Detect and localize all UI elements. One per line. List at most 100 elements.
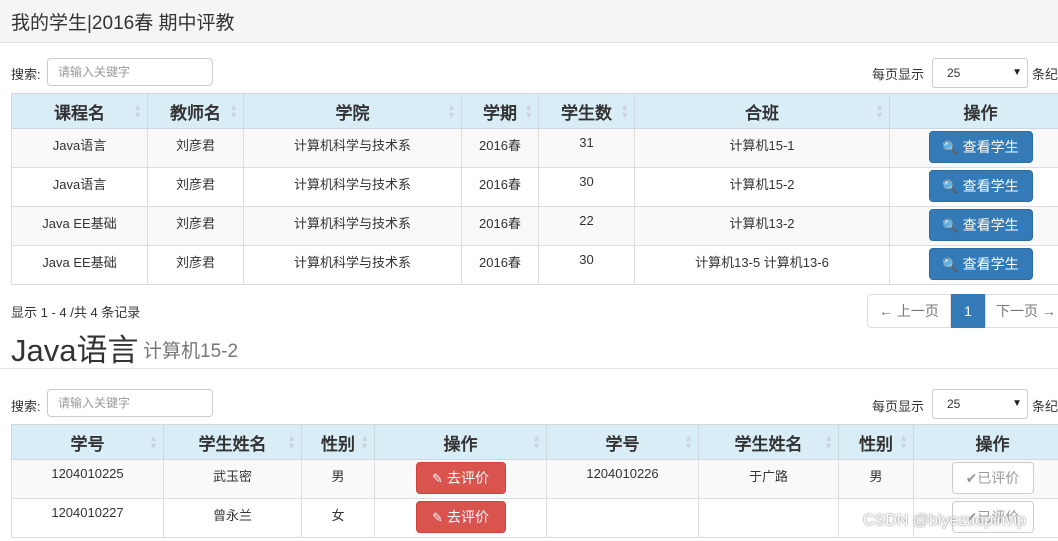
cell-course: Java语言 bbox=[11, 128, 148, 168]
divider bbox=[0, 368, 1058, 369]
cell-college: 计算机科学与技术系 bbox=[243, 167, 462, 207]
cell-student-id: 1204010225 bbox=[11, 459, 164, 499]
cell-class: 计算机15-2 bbox=[634, 167, 890, 207]
col-header-class[interactable]: 合班 ▲ ▼ bbox=[634, 93, 890, 129]
cell-teacher: 刘彦君 bbox=[147, 167, 244, 207]
view-students-button[interactable]: 🔍 查看学生 bbox=[928, 248, 1033, 280]
table-row: Java语言 刘彦君 计算机科学与技术系 2016春 31 计算机15-1 🔍 查… bbox=[11, 128, 1058, 168]
cell-term: 2016春 bbox=[461, 128, 539, 168]
zoom-icon: 🔍 bbox=[942, 179, 959, 194]
zoom-icon: 🔍 bbox=[942, 218, 959, 233]
view-students-button[interactable]: 🔍 查看学生 bbox=[928, 170, 1033, 202]
caret-down-icon: ▼ bbox=[1012, 398, 1022, 409]
course-search-input[interactable]: 请输入关键字 bbox=[47, 58, 213, 86]
student-search-input[interactable]: 请输入关键字 bbox=[47, 389, 213, 417]
evaluate-button[interactable]: ✎ 去评价 bbox=[415, 501, 506, 533]
col-header-student-id[interactable]: 学号 ▲ ▼ bbox=[546, 424, 699, 460]
record-info: 显示 1 - 4 /共 4 条记录 bbox=[11, 305, 141, 320]
page-size-suffix: 条纪 bbox=[1032, 399, 1058, 414]
col-header-teacher[interactable]: 教师名 ▲ ▼ bbox=[147, 93, 244, 129]
evaluated-button: ✔已评价 bbox=[951, 462, 1034, 494]
col-header-student-name[interactable]: 学生姓名 ▲ ▼ bbox=[698, 424, 839, 460]
view-students-button[interactable]: 🔍 查看学生 bbox=[928, 131, 1033, 163]
cell-college: 计算机科学与技术系 bbox=[243, 206, 462, 246]
watermark: CSDN @biyezuopinvip bbox=[863, 512, 1026, 529]
evaluate-button[interactable]: ✎ 去评价 bbox=[415, 462, 506, 494]
cell-sex: 女 bbox=[301, 498, 375, 538]
cell-teacher: 刘彦君 bbox=[147, 128, 244, 168]
cell-action: ✎ 去评价 bbox=[374, 498, 547, 538]
class-subtitle: 计算机15-2 bbox=[143, 341, 239, 362]
cell-student-name: 于广路 bbox=[698, 459, 839, 499]
cell-student-id bbox=[546, 498, 699, 538]
col-header-action: 操作 bbox=[889, 93, 1058, 129]
cell-course: Java EE基础 bbox=[11, 206, 148, 246]
col-header-sex[interactable]: 性别 ▲ ▼ bbox=[838, 424, 914, 460]
page-title: 我的学生|2016春 期中评教 bbox=[11, 13, 235, 34]
cell-action: 🔍 查看学生 bbox=[889, 245, 1058, 285]
col-header-student-id[interactable]: 学号 ▲ ▼ bbox=[11, 424, 164, 460]
cell-teacher: 刘彦君 bbox=[147, 206, 244, 246]
course-title: Java语言 bbox=[11, 333, 139, 368]
courses-table: 课程名 ▲ ▼ 教师名 ▲ ▼ 学院 ▲ ▼ 学期 ▲ ▼ 学生数 ▲ ▼ 合班 ▲ ▼ 操作 Java… bbox=[11, 93, 1058, 285]
cell-student-name: 武玉密 bbox=[163, 459, 302, 499]
edit-icon: ✎ bbox=[432, 510, 443, 525]
col-header-college[interactable]: 学院 ▲ ▼ bbox=[243, 93, 462, 129]
cell-term: 2016春 bbox=[461, 206, 539, 246]
cell-count: 30 bbox=[538, 245, 635, 285]
cell-course: Java语言 bbox=[11, 167, 148, 207]
student-page-size-select[interactable]: 25 ▼ bbox=[932, 389, 1028, 419]
view-students-button[interactable]: 🔍 查看学生 bbox=[928, 209, 1033, 241]
col-header-course[interactable]: 课程名 ▲ ▼ bbox=[11, 93, 148, 129]
cell-student-id: 1204010227 bbox=[11, 498, 164, 538]
cell-student-id: 1204010226 bbox=[546, 459, 699, 499]
cell-action: ✔已评价 bbox=[913, 459, 1058, 499]
cell-action: 🔍 查看学生 bbox=[889, 206, 1058, 246]
cell-class: 计算机13-2 bbox=[634, 206, 890, 246]
cell-count: 30 bbox=[538, 167, 635, 207]
cell-term: 2016春 bbox=[461, 245, 539, 285]
edit-icon: ✎ bbox=[432, 471, 443, 486]
cell-count: 31 bbox=[538, 128, 635, 168]
page-size-value: 25 bbox=[947, 397, 961, 411]
next-page-button[interactable]: 下一页 → bbox=[985, 294, 1058, 328]
col-header-term[interactable]: 学期 ▲ ▼ bbox=[461, 93, 539, 129]
cell-course: Java EE基础 bbox=[11, 245, 148, 285]
cell-action: 🔍 查看学生 bbox=[889, 167, 1058, 207]
search-label: 搜索: bbox=[11, 67, 41, 82]
cell-sex: 男 bbox=[301, 459, 375, 499]
page-size-label: 每页显示 bbox=[872, 399, 925, 414]
cell-college: 计算机科学与技术系 bbox=[243, 245, 462, 285]
pagination: ← 上一页 1 下一页 → bbox=[867, 294, 1058, 328]
page-size-value: 25 bbox=[947, 66, 961, 80]
cell-sex: 男 bbox=[838, 459, 914, 499]
col-header-action: 操作 bbox=[913, 424, 1058, 460]
prev-page-button[interactable]: ← 上一页 bbox=[867, 294, 951, 328]
cell-teacher: 刘彦君 bbox=[147, 245, 244, 285]
cell-class: 计算机13-5 计算机13-6 bbox=[634, 245, 890, 285]
col-header-student-name[interactable]: 学生姓名 ▲ ▼ bbox=[163, 424, 302, 460]
table-row: Java语言 刘彦君 计算机科学与技术系 2016春 30 计算机15-2 🔍 查… bbox=[11, 167, 1058, 207]
zoom-icon: 🔍 bbox=[942, 140, 959, 155]
page-size-suffix: 条纪 bbox=[1032, 67, 1058, 82]
cell-count: 22 bbox=[538, 206, 635, 246]
col-header-sex[interactable]: 性别 ▲ ▼ bbox=[301, 424, 375, 460]
search-label: 搜索: bbox=[11, 399, 41, 414]
cell-term: 2016春 bbox=[461, 167, 539, 207]
cell-student-name: 曾永兰 bbox=[163, 498, 302, 538]
cell-class: 计算机15-1 bbox=[634, 128, 890, 168]
cell-action: 🔍 查看学生 bbox=[889, 128, 1058, 168]
page-size-label: 每页显示 bbox=[872, 67, 925, 82]
col-header-count[interactable]: 学生数 ▲ ▼ bbox=[538, 93, 635, 129]
page-header: 我的学生|2016春 期中评教 bbox=[0, 0, 1058, 43]
cell-action: ✎ 去评价 bbox=[374, 459, 547, 499]
table-row: 1204010225 武玉密 男 ✎ 去评价 1204010226 于广路 男 ✔… bbox=[11, 459, 1058, 499]
current-page-button[interactable]: 1 bbox=[951, 294, 985, 328]
cell-student-name bbox=[698, 498, 839, 538]
zoom-icon: 🔍 bbox=[942, 257, 959, 272]
table-row: Java EE基础 刘彦君 计算机科学与技术系 2016春 30 计算机13-5… bbox=[11, 245, 1058, 285]
table-row: Java EE基础 刘彦君 计算机科学与技术系 2016春 22 计算机13-2… bbox=[11, 206, 1058, 246]
course-page-size-select[interactable]: 25 ▼ bbox=[932, 58, 1028, 88]
col-header-action[interactable]: 操作 ▲ ▼ bbox=[374, 424, 547, 460]
caret-down-icon: ▼ bbox=[1012, 67, 1022, 78]
